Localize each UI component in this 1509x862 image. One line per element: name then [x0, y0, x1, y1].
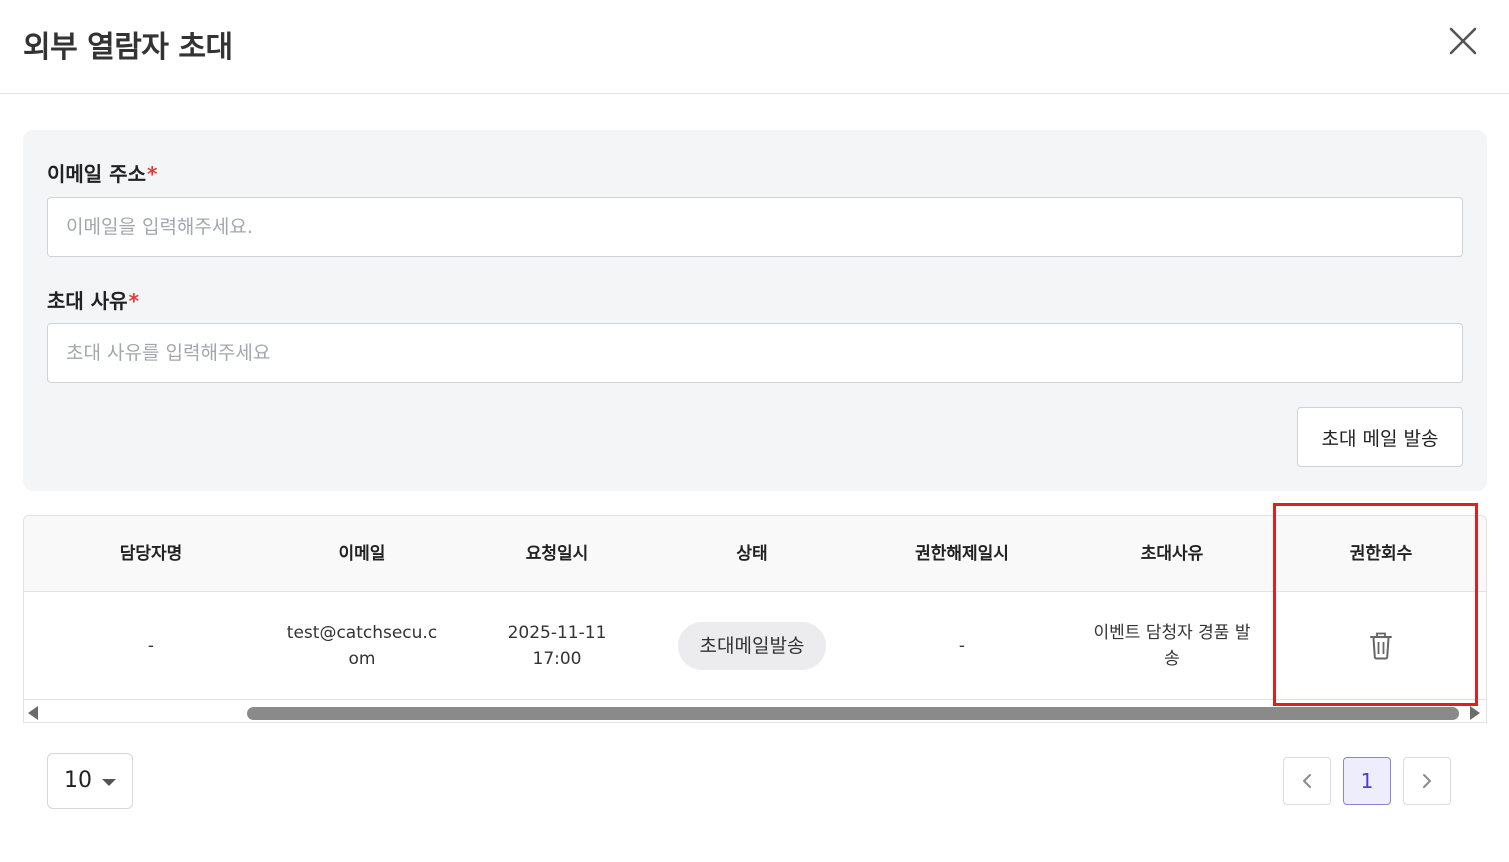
cell-status: 초대메일발송: [652, 592, 852, 700]
table-header: 담당자명 이메일 요청일시 상태 권한해제일시 초대사유 권한회수: [24, 516, 1486, 592]
cell-email: test@catchsecu.com: [286, 623, 438, 669]
email-required-mark: *: [146, 162, 158, 186]
column-header-requested-at: 요청일시: [525, 544, 589, 564]
email-label: 이메일 주소*: [47, 162, 158, 186]
page-size-select[interactable]: 10: [47, 753, 133, 809]
reason-required-mark: *: [128, 289, 140, 313]
cell-revoked-at: -: [958, 636, 966, 656]
table-row: - test@catchsecu.com 2025-11-11 17:00 초대…: [24, 592, 1486, 700]
cell-requested-at: 2025-11-11 17:00: [507, 623, 607, 669]
scroll-right-arrow-icon[interactable]: [1470, 706, 1480, 720]
column-header-status: 상태: [736, 544, 768, 564]
horizontal-scrollbar[interactable]: [24, 702, 1486, 722]
column-header-reason: 초대사유: [1140, 544, 1204, 564]
status-badge: 초대메일발송: [677, 622, 827, 670]
close-button[interactable]: [1444, 22, 1482, 60]
prev-page-button[interactable]: [1283, 757, 1331, 805]
page-button-1[interactable]: 1: [1343, 757, 1391, 805]
dialog-header: 외부 열람자 초대: [0, 0, 1509, 94]
trash-icon[interactable]: [1368, 632, 1394, 660]
cell-reason: 이벤트 담청자 경품 발송: [1093, 623, 1251, 669]
caret-down-icon: [102, 779, 116, 786]
dialog-title: 외부 열람자 초대: [23, 30, 233, 65]
column-header-manager: 담당자명: [119, 544, 183, 564]
chevron-right-icon: [1423, 774, 1431, 788]
column-header-revoke: 권한회수: [1349, 544, 1413, 564]
invite-form-panel: 이메일 주소* 초대 사유* 초대 메일 발송: [23, 130, 1487, 491]
column-header-revoked-at: 권한해제일시: [915, 544, 1009, 564]
close-icon: [1449, 27, 1477, 55]
column-header-email: 이메일: [338, 544, 386, 564]
page-size-value: 10: [64, 768, 92, 793]
next-page-button[interactable]: [1403, 757, 1451, 805]
send-invite-button[interactable]: 초대 메일 발송: [1297, 407, 1463, 467]
scroll-thumb[interactable]: [247, 707, 1459, 720]
cell-manager: -: [147, 636, 155, 656]
invite-table: 담당자명 이메일 요청일시 상태 권한해제일시 초대사유 권한회수 - test…: [23, 515, 1487, 723]
chevron-left-icon: [1303, 774, 1311, 788]
cell-revoke: [1276, 592, 1486, 700]
scroll-left-arrow-icon[interactable]: [28, 706, 38, 720]
reason-label: 초대 사유*: [47, 289, 140, 313]
email-input[interactable]: [47, 197, 1463, 257]
reason-input[interactable]: [47, 323, 1463, 383]
